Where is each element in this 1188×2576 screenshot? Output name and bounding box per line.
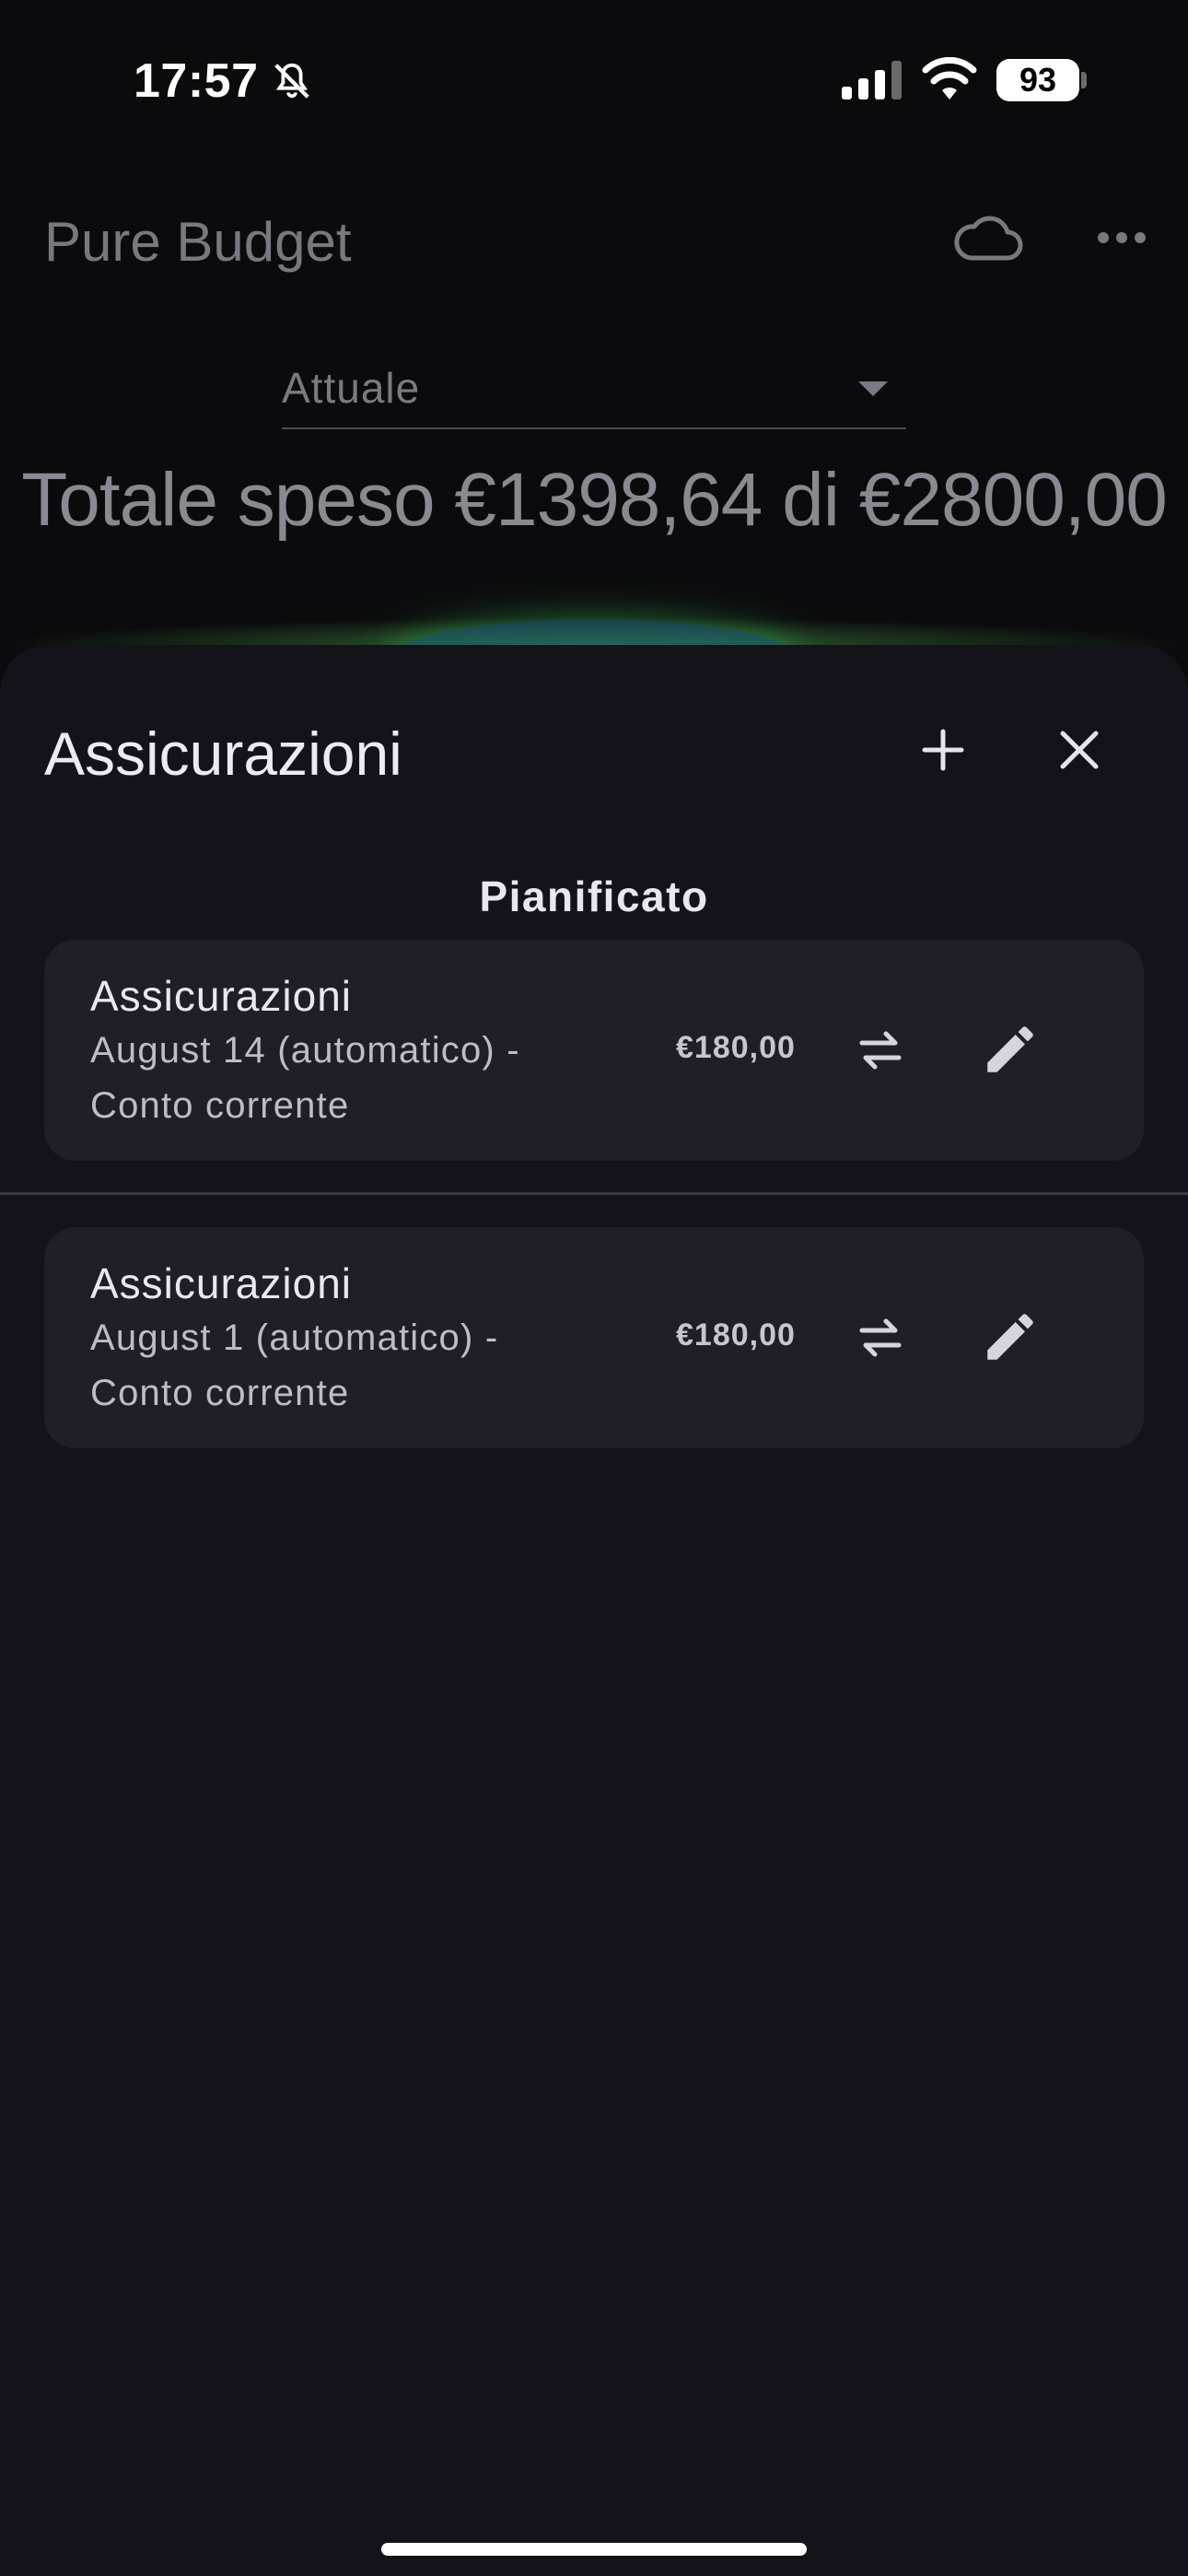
- transaction-name: Assicurazioni: [90, 1259, 352, 1307]
- plus-icon[interactable]: [917, 724, 969, 776]
- period-select[interactable]: Attuale: [282, 350, 906, 429]
- period-select-value: Attuale: [282, 364, 421, 412]
- transaction-schedule: August 14 (automatico) -: [90, 1030, 520, 1071]
- battery-nub: [1081, 72, 1087, 88]
- pencil-icon[interactable]: [980, 1019, 1041, 1080]
- transaction-account: Conto corrente: [90, 1373, 350, 1413]
- category-sheet: Assicurazioni Pianificato Assicurazioni …: [0, 645, 1188, 2576]
- divider: [0, 1192, 1188, 1195]
- cellular-signal-icon: [842, 61, 902, 100]
- app-title: Pure Budget: [44, 211, 352, 273]
- close-icon[interactable]: [1054, 724, 1105, 776]
- transaction-schedule: August 1 (automatico) -: [90, 1317, 499, 1358]
- planned-transaction-card[interactable]: Assicurazioni August 14 (automatico) - C…: [44, 940, 1144, 1161]
- swap-arrows-icon[interactable]: [851, 1308, 910, 1367]
- battery-indicator: 93: [996, 59, 1079, 101]
- caret-down-icon: [858, 381, 888, 396]
- status-time: 17:57: [134, 54, 259, 108]
- cloud-icon[interactable]: [952, 214, 1024, 263]
- pencil-icon[interactable]: [980, 1306, 1041, 1367]
- transaction-amount: €180,00: [676, 1030, 796, 1065]
- transaction-account: Conto corrente: [90, 1085, 350, 1126]
- planned-transaction-card[interactable]: Assicurazioni August 1 (automatico) - Co…: [44, 1227, 1144, 1448]
- total-spent-summary: Totale speso €1398,64 di €2800,00: [21, 458, 1168, 542]
- more-horizontal-icon[interactable]: [1094, 227, 1149, 249]
- bell-slash-icon: [274, 63, 309, 99]
- transaction-name: Assicurazioni: [90, 972, 352, 1020]
- screen: 17:57 93 Pure Budget Attuale Totale spes…: [0, 0, 1188, 2576]
- sheet-title: Assicurazioni: [44, 720, 402, 788]
- swap-arrows-icon[interactable]: [851, 1021, 910, 1080]
- transaction-amount: €180,00: [676, 1317, 796, 1352]
- section-title: Pianificato: [479, 872, 709, 920]
- home-indicator[interactable]: [381, 2543, 807, 2556]
- wifi-icon: [922, 57, 977, 100]
